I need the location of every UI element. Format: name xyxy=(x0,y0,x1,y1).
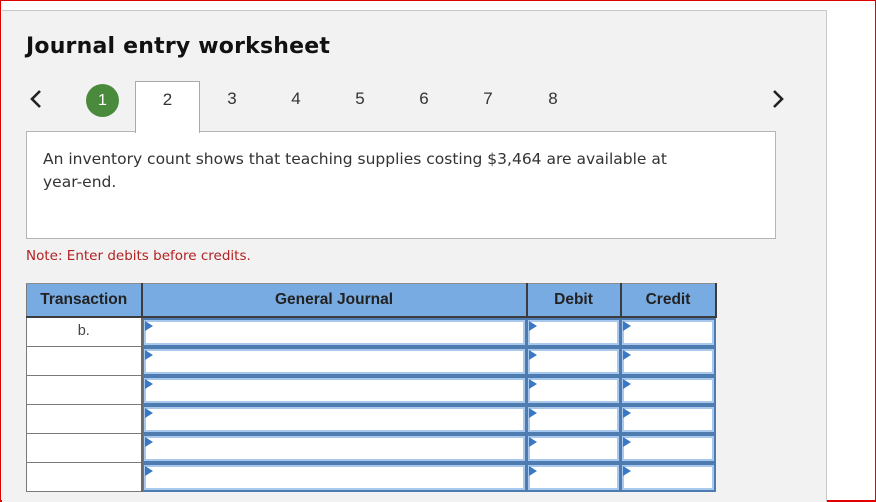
account-cell xyxy=(141,375,527,405)
credit-field xyxy=(621,464,714,490)
credit-field xyxy=(621,377,714,403)
credit-field xyxy=(621,406,714,432)
debit-input[interactable] xyxy=(529,437,617,459)
next-step-button[interactable] xyxy=(768,86,788,112)
debit-input[interactable] xyxy=(529,408,617,430)
credit-input[interactable] xyxy=(623,350,712,372)
credit-field xyxy=(621,319,714,345)
debit-cell xyxy=(526,375,621,405)
debit-field xyxy=(527,464,619,490)
debit-credit-note: Note: Enter debits before credits. xyxy=(26,248,251,264)
account-field xyxy=(143,406,525,432)
debit-cell xyxy=(526,462,621,492)
table-row xyxy=(26,433,716,463)
debit-input[interactable] xyxy=(529,379,617,401)
account-dropdown-input[interactable] xyxy=(145,408,523,430)
credit-input[interactable] xyxy=(623,466,712,488)
account-field xyxy=(143,348,525,374)
transaction-cell xyxy=(26,375,143,405)
journal-table: Transaction General Journal Debit Credit… xyxy=(26,283,717,492)
credit-cell xyxy=(620,375,716,405)
credit-input[interactable] xyxy=(623,437,712,459)
debit-input[interactable] xyxy=(529,321,617,343)
account-dropdown-input[interactable] xyxy=(145,466,523,488)
debit-field xyxy=(527,406,619,432)
account-field xyxy=(143,319,525,345)
step-4[interactable]: 4 xyxy=(281,86,311,112)
account-cell xyxy=(141,462,527,492)
debit-cell xyxy=(526,346,621,376)
credit-cell xyxy=(620,433,716,463)
transaction-cell xyxy=(26,404,143,434)
debit-cell xyxy=(526,316,621,347)
chevron-right-icon xyxy=(773,90,784,108)
credit-input[interactable] xyxy=(623,408,712,430)
account-cell xyxy=(141,316,527,347)
step-6[interactable]: 6 xyxy=(409,86,439,112)
step-8[interactable]: 8 xyxy=(538,86,568,112)
account-dropdown-input[interactable] xyxy=(145,437,523,459)
debit-input[interactable] xyxy=(529,466,617,488)
account-dropdown-input[interactable] xyxy=(145,379,523,401)
credit-input[interactable] xyxy=(623,379,712,401)
transaction-description: An inventory count shows that teaching s… xyxy=(43,150,667,191)
debit-input[interactable] xyxy=(529,350,617,372)
table-row xyxy=(26,462,716,492)
account-field xyxy=(143,435,525,461)
account-field xyxy=(143,377,525,403)
step-3[interactable]: 3 xyxy=(217,86,247,112)
transaction-cell xyxy=(26,346,143,376)
table-header-row: Transaction General Journal Debit Credit xyxy=(26,283,717,318)
step-5[interactable]: 5 xyxy=(345,86,375,112)
step-7[interactable]: 7 xyxy=(473,86,503,112)
step-1-completed[interactable]: 1 xyxy=(86,84,119,117)
transaction-cell: b. xyxy=(26,316,143,347)
header-credit: Credit xyxy=(619,283,717,318)
account-dropdown-input[interactable] xyxy=(145,321,523,343)
account-cell xyxy=(141,404,527,434)
debit-field xyxy=(527,435,619,461)
transaction-cell xyxy=(26,462,143,492)
debit-cell xyxy=(526,404,621,434)
transaction-cell xyxy=(26,433,143,463)
debit-cell xyxy=(526,433,621,463)
credit-cell xyxy=(620,404,716,434)
debit-field xyxy=(527,319,619,345)
account-dropdown-input[interactable] xyxy=(145,350,523,372)
credit-cell xyxy=(620,316,716,347)
transaction-description-box: An inventory count shows that teaching s… xyxy=(26,131,776,239)
credit-input[interactable] xyxy=(623,321,712,343)
prev-step-button[interactable] xyxy=(26,86,46,112)
credit-field xyxy=(621,348,714,374)
credit-cell xyxy=(620,462,716,492)
debit-field xyxy=(527,377,619,403)
account-field xyxy=(143,464,525,490)
page-title: Journal entry worksheet xyxy=(26,34,331,59)
account-cell xyxy=(141,346,527,376)
chevron-left-icon xyxy=(30,90,41,108)
account-cell xyxy=(141,433,527,463)
header-transaction: Transaction xyxy=(26,283,142,318)
table-row xyxy=(26,375,716,405)
debit-field xyxy=(527,348,619,374)
table-row xyxy=(26,404,716,434)
header-general-journal: General Journal xyxy=(140,283,527,318)
table-row xyxy=(26,346,716,376)
step-2-active-tab[interactable]: 2 xyxy=(135,81,200,133)
header-debit: Debit xyxy=(525,283,621,318)
table-row: b. xyxy=(26,316,716,347)
credit-cell xyxy=(620,346,716,376)
credit-field xyxy=(621,435,714,461)
